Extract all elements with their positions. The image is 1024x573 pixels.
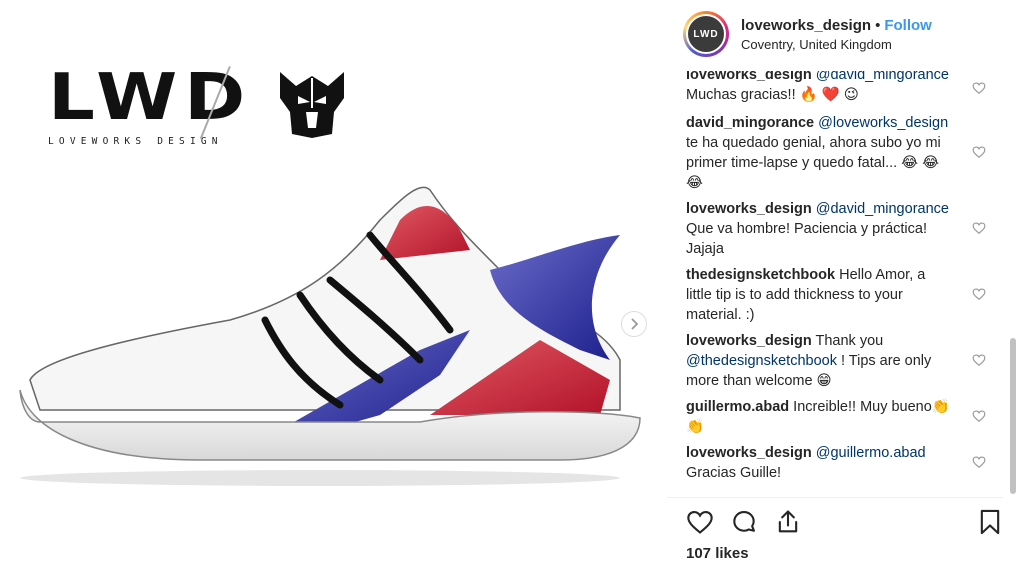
- comment: loveworks_design @guillermo.abad Gracias…: [686, 443, 952, 483]
- likes-count[interactable]: 107 likes: [686, 545, 749, 562]
- comment: guillermo.abad Increible!! Muy bueno👏 👏: [686, 397, 952, 437]
- follow-button[interactable]: Follow: [884, 17, 932, 34]
- heart-icon[interactable]: [972, 221, 986, 235]
- lwd-logo: LWD LOVEWORKS DESIGN: [48, 66, 245, 147]
- comment: thedesignsketchbook Hello Amor, a little…: [686, 265, 952, 325]
- heart-icon[interactable]: [972, 287, 986, 301]
- avatar-image: LWD: [686, 14, 726, 54]
- heart-icon[interactable]: [972, 353, 986, 367]
- comment: loveworks_design Thank you @thedesignske…: [686, 331, 952, 391]
- post-image[interactable]: LWD LOVEWORKS DESIGN: [0, 0, 651, 573]
- bookmark-icon[interactable]: [976, 508, 1004, 536]
- heart-icon[interactable]: [972, 455, 986, 469]
- comment-text: Gracias Guille!: [686, 465, 782, 481]
- comment-mention[interactable]: @thedesignsketchbook: [686, 353, 837, 369]
- comment: loveworks_design @david_mingorance Que v…: [686, 199, 952, 259]
- post-panel: LWD loveworks_design • Follow Coventry, Un…: [667, 0, 1003, 573]
- comment-mention[interactable]: @loveworks_design: [818, 115, 948, 131]
- comment-scrollbar[interactable]: [1010, 338, 1016, 494]
- next-image-button[interactable]: [621, 311, 647, 337]
- share-icon[interactable]: [774, 508, 802, 536]
- comment-text: Muchas gracias!! 🔥 ❤️ 😉: [686, 87, 859, 103]
- comment-username[interactable]: loveworks_design: [686, 71, 812, 83]
- comment-icon[interactable]: [730, 508, 758, 536]
- location-link[interactable]: Coventry, United Kingdom: [741, 37, 932, 52]
- comment-text: te ha quedado genial, ahora subo yo mi p…: [686, 135, 941, 191]
- comment-username[interactable]: loveworks_design: [686, 445, 812, 461]
- comment-username[interactable]: guillermo.abad: [686, 399, 789, 415]
- comment: david_mingorance @loveworks_design te ha…: [686, 113, 952, 193]
- heart-icon[interactable]: [972, 81, 986, 95]
- logo-letters: LWD: [48, 61, 253, 135]
- comment-mention[interactable]: @david_mingorance: [816, 71, 949, 83]
- comment: loveworks_design @david_mingorance Mucha…: [686, 71, 952, 105]
- comment-username[interactable]: loveworks_design: [686, 333, 812, 349]
- comment-username[interactable]: loveworks_design: [686, 201, 812, 217]
- heart-icon[interactable]: [972, 145, 986, 159]
- comment-list[interactable]: loveworks_design @david_mingorance Mucha…: [667, 71, 1003, 495]
- heart-icon[interactable]: [972, 409, 986, 423]
- panel-divider: [667, 497, 1003, 498]
- heart-icon[interactable]: [686, 508, 714, 536]
- header-username[interactable]: loveworks_design: [741, 17, 871, 34]
- comment-text: Que va hombre! Paciencia y práctica! Jaj…: [686, 221, 927, 257]
- comment-text: Thank you: [815, 333, 884, 349]
- comment-username[interactable]: thedesignsketchbook: [686, 267, 835, 283]
- sneaker-sketch: [19, 186, 641, 486]
- comment-mention[interactable]: @guillermo.abad: [816, 445, 926, 461]
- header-separator: •: [875, 17, 881, 34]
- avatar[interactable]: LWD: [683, 11, 729, 57]
- action-bar: [686, 508, 1002, 538]
- post-header: LWD loveworks_design • Follow Coventry, Un…: [667, 0, 1003, 68]
- comment-mention[interactable]: @david_mingorance: [816, 201, 949, 217]
- chevron-right-icon: [631, 318, 639, 330]
- autobot-logo: [280, 72, 344, 138]
- comment-username[interactable]: david_mingorance: [686, 115, 814, 131]
